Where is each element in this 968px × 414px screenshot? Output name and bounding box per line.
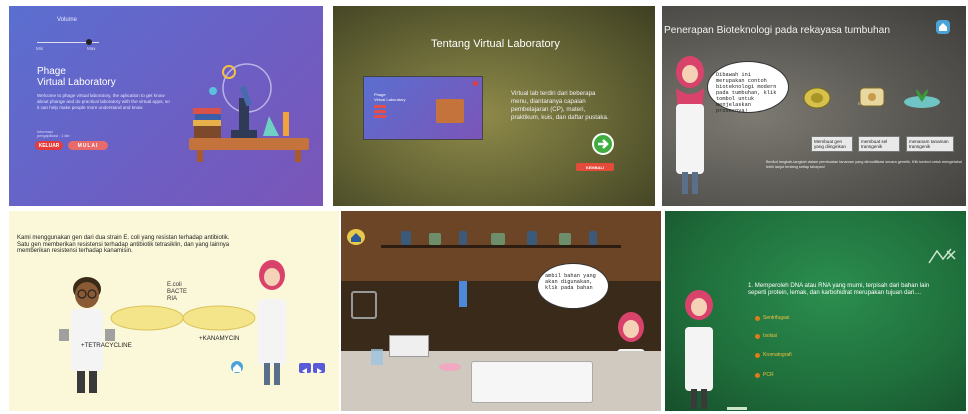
petri-dish[interactable] bbox=[439, 363, 461, 371]
home-icon bbox=[939, 23, 947, 31]
quiz-option-b[interactable]: Isolasi bbox=[754, 333, 777, 339]
chalk-ledge bbox=[727, 407, 747, 410]
preview-menu-3 bbox=[374, 115, 386, 118]
home-button[interactable] bbox=[347, 229, 365, 245]
step-button-2-label: membuat sel transgenik bbox=[861, 139, 888, 149]
home-icon bbox=[233, 364, 241, 372]
app-description: Welcome to phage virtual laboratory, the… bbox=[37, 93, 170, 110]
kanamycin-label: +KANAMYCIN bbox=[199, 335, 240, 342]
arrow-left-icon bbox=[302, 368, 307, 374]
plant-biotech-title: Penerapan Bioteknologi pada rekayasa tum… bbox=[664, 25, 890, 36]
shelf-bottle[interactable] bbox=[527, 231, 537, 245]
shelf-bottle[interactable] bbox=[589, 231, 597, 245]
shelf-bottle[interactable] bbox=[401, 231, 411, 245]
step-button-2[interactable]: membuat sel transgenik bbox=[858, 136, 900, 152]
step-button-3[interactable]: menanam tanaman transgenik bbox=[906, 136, 954, 152]
step-button-1[interactable]: Membuat gen yang diinginkan bbox=[811, 136, 853, 152]
next-button[interactable] bbox=[313, 363, 325, 374]
steps-note: Berikut langkah-langkah dalam pembuatan … bbox=[766, 160, 962, 169]
decorative-chalk-icon bbox=[928, 248, 956, 264]
app-preview-thumbnail: Phage Virtual Laboratory bbox=[363, 76, 483, 140]
back-button-label: KEMBALI bbox=[585, 164, 605, 170]
female-teacher-character bbox=[685, 290, 713, 409]
volume-slider-handle[interactable] bbox=[86, 39, 92, 45]
beaker[interactable] bbox=[371, 349, 383, 365]
preview-title-2: Virtual Laboratory bbox=[374, 97, 406, 102]
female-scientist-character bbox=[258, 260, 286, 385]
transgenic-plant-icon[interactable] bbox=[902, 84, 942, 110]
shelf-jar[interactable] bbox=[491, 233, 505, 245]
home-button[interactable] bbox=[231, 361, 243, 373]
home-icon bbox=[351, 233, 361, 242]
about-title: Tentang Virtual Laboratory bbox=[431, 38, 560, 50]
petri-dish-right bbox=[182, 305, 256, 331]
shelf-jar[interactable] bbox=[429, 233, 441, 245]
male-scientist-character bbox=[59, 277, 115, 393]
quiz-question: 1. Memperoleh DNA atau RNA yang murni, t… bbox=[748, 282, 930, 297]
bacteria-label-1: E.coli bbox=[167, 282, 182, 288]
exit-button[interactable]: KELUAR bbox=[35, 141, 63, 150]
quiz-screen: 1. Memperoleh DNA atau RNA yang murni, t… bbox=[665, 211, 966, 411]
quiz-option-a[interactable]: Sentrifugasi bbox=[754, 315, 789, 321]
phage-welcome-screen: Volume Min Max Phage Virtual Laboratory … bbox=[9, 6, 323, 206]
exit-button-label: KELUAR bbox=[38, 142, 60, 149]
test-tube-rack[interactable] bbox=[351, 291, 377, 319]
shelf-bottle[interactable] bbox=[459, 231, 467, 245]
home-button[interactable] bbox=[936, 20, 950, 34]
quiz-option-d[interactable]: PCR bbox=[755, 372, 774, 378]
laboratory-illustration bbox=[189, 63, 309, 162]
preview-menu-1 bbox=[374, 105, 386, 108]
bacteria-label-3: RIA bbox=[167, 296, 178, 302]
app-title-line1: Phage bbox=[37, 66, 66, 77]
about-description: Virtual lab terdiri dari beberapa menu, … bbox=[511, 90, 609, 121]
close-icon[interactable] bbox=[473, 81, 478, 86]
book-stack[interactable] bbox=[389, 335, 429, 357]
tetracycline-label: +TETRACYCLINE bbox=[81, 342, 132, 349]
antibiotic-resistance-screen: Kami menggunakan gen dari dua strain E. … bbox=[9, 211, 339, 411]
plant-biotech-screen: Penerapan Bioteknologi pada rekayasa tum… bbox=[662, 6, 966, 206]
step-button-1-label: Membuat gen yang diinginkan bbox=[814, 139, 846, 149]
volume-label: Volume bbox=[57, 17, 78, 23]
glass-tray[interactable] bbox=[471, 361, 593, 403]
volume-min-label: Min bbox=[36, 46, 44, 51]
instruction-bubble: ambil bahan yang akan digunakan, klik pa… bbox=[537, 263, 609, 309]
start-button[interactable]: MULAI bbox=[68, 141, 108, 150]
back-button[interactable]: KEMBALI bbox=[576, 163, 614, 171]
step-button-3-label: menanam tanaman transgenik bbox=[909, 139, 949, 149]
petri-dish-left bbox=[110, 305, 184, 331]
start-button-label: MULAI bbox=[77, 142, 99, 149]
instruction-bubble: Dibawah ini merupakan contoh bioteknolog… bbox=[707, 61, 789, 114]
arrow-right-icon bbox=[598, 139, 609, 149]
prev-button[interactable] bbox=[299, 363, 311, 374]
quiz-option-c[interactable]: Kromatografi bbox=[755, 352, 792, 358]
instruction-text: Dibawah ini merupakan contoh bioteknolog… bbox=[716, 72, 777, 114]
seed-icon[interactable] bbox=[802, 84, 832, 112]
plant-cell-icon[interactable] bbox=[858, 84, 886, 110]
instruction-text: ambil bahan yang akan digunakan, klik pa… bbox=[545, 273, 596, 291]
shelf-jar[interactable] bbox=[559, 233, 571, 245]
app-title-line2: Virtual Laboratory bbox=[37, 77, 116, 88]
preview-illustration bbox=[436, 99, 464, 123]
spray-bottle[interactable] bbox=[459, 281, 467, 307]
next-arrow-button[interactable] bbox=[592, 133, 614, 155]
volume-max-label: Max bbox=[87, 46, 96, 51]
bacteria-label-2: BACTE bbox=[167, 289, 188, 295]
info-value: pengaplikasi : 1 lab bbox=[37, 134, 70, 138]
arrow-right-icon bbox=[317, 368, 322, 374]
resistance-explanation: Kami menggunakan gen dari dua strain E. … bbox=[17, 235, 230, 255]
lab-bench-screen: ambil bahan yang akan digunakan, klik pa… bbox=[341, 211, 661, 411]
shelf-top bbox=[381, 245, 621, 248]
about-virtual-lab-screen: Tentang Virtual Laboratory Phage Virtual… bbox=[333, 6, 655, 206]
preview-menu-2 bbox=[374, 110, 386, 113]
scientist-character bbox=[676, 56, 704, 194]
